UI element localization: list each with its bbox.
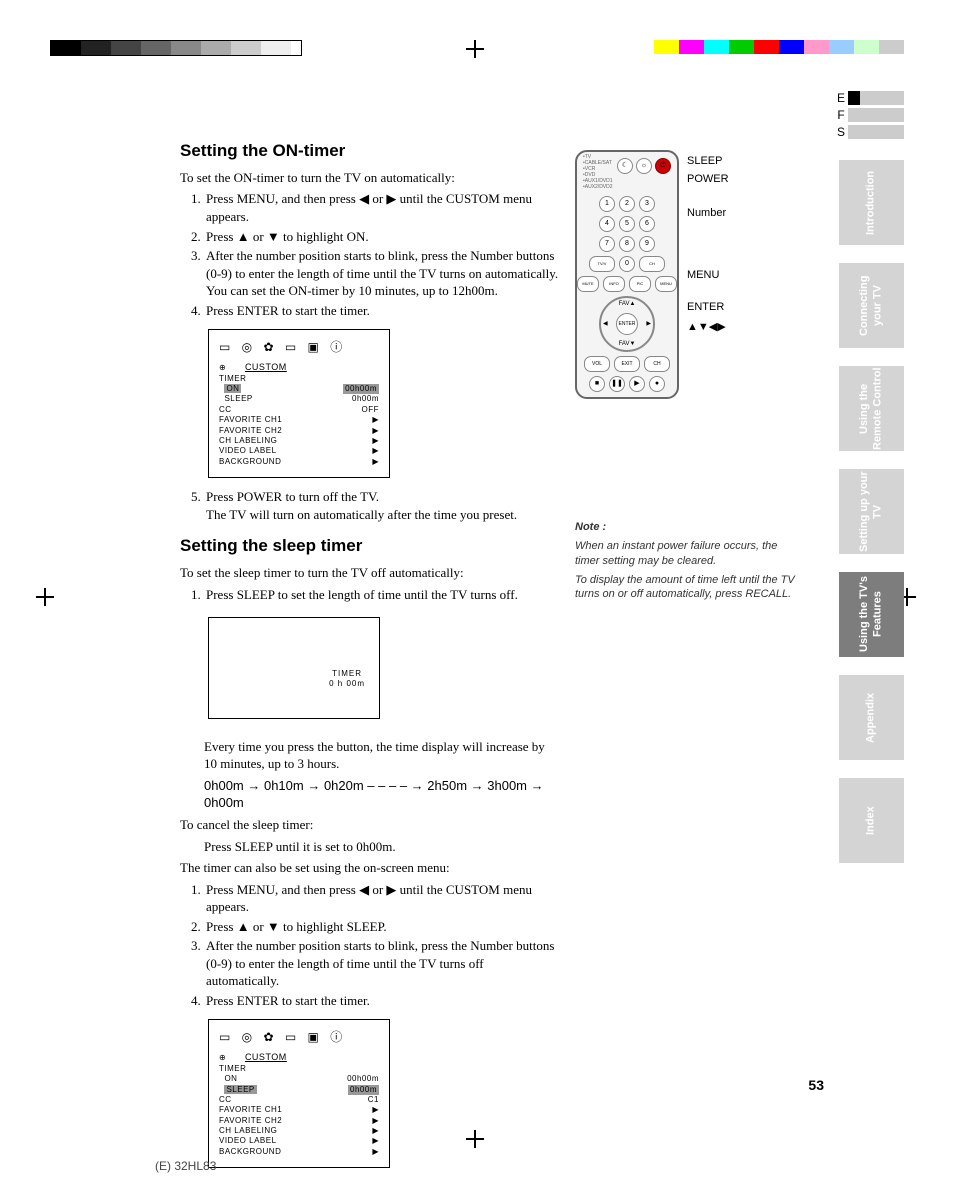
lang-f: F xyxy=(834,107,848,123)
main-content: Setting the ON-timer To set the ON-timer… xyxy=(180,128,765,1174)
heading-on-timer: Setting the ON-timer xyxy=(180,140,765,163)
sidebar-tabs: Introduction Connecting your TV Using th… xyxy=(839,160,904,881)
sleep-also: The timer can also be set using the on-s… xyxy=(180,859,560,877)
step: Press MENU, and then press ◀ or ▶ until … xyxy=(204,881,560,916)
tab-appendix: Appendix xyxy=(839,675,904,760)
step: After the number position starts to blin… xyxy=(204,247,560,300)
crosshair-icon xyxy=(466,40,484,58)
footer-code: (E) 32HL83 xyxy=(155,1158,216,1174)
tab-setup: Setting up your TV xyxy=(839,469,904,554)
tab-introduction: Introduction xyxy=(839,160,904,245)
crosshair-icon xyxy=(36,588,54,606)
step: Press MENU, and then press ◀ or ▶ until … xyxy=(204,190,560,225)
tab-connecting: Connecting your TV xyxy=(839,263,904,348)
page: E F S Introduction Connecting your TV Us… xyxy=(0,0,954,1188)
osd-custom-sleep: ▭ ◎ ✿ ▭ ▣ ⓘ ⊕ CUSTOM TIMER ON00h00m SLEE… xyxy=(208,1019,390,1168)
osd-title: CUSTOM xyxy=(245,1052,287,1062)
sleep-after: Every time you press the button, the tim… xyxy=(204,738,560,773)
osd-title: CUSTOM xyxy=(245,362,287,372)
osd-custom-on: ▭ ◎ ✿ ▭ ▣ ⓘ ⊕ CUSTOM TIMER ON00h00m SLEE… xyxy=(208,329,390,478)
lead-sleep-timer: To set the sleep timer to turn the TV of… xyxy=(180,564,560,582)
cancel-head: To cancel the sleep timer: xyxy=(180,816,560,834)
lead-on-timer: To set the ON-timer to turn the TV on au… xyxy=(180,169,560,187)
step: Press ▲ or ▼ to highlight SLEEP. xyxy=(204,918,560,936)
osd-icon-row: ▭ ◎ ✿ ▭ ▣ ⓘ xyxy=(219,1030,379,1046)
tab-index: Index xyxy=(839,778,904,863)
osd-row: TIMER xyxy=(219,374,379,384)
step: Press ENTER to start the timer. xyxy=(204,302,560,320)
tab-remote: Using the Remote Control xyxy=(839,366,904,451)
steps-on-timer: Press MENU, and then press ◀ or ▶ until … xyxy=(196,190,560,319)
step: Press POWER to turn off the TV.The TV wi… xyxy=(204,488,560,523)
osd-icon-row: ▭ ◎ ✿ ▭ ▣ ⓘ xyxy=(219,340,379,356)
steps-sleep-timer: Press SLEEP to set the length of time un… xyxy=(196,586,560,604)
heading-sleep-timer: Setting the sleep timer xyxy=(180,535,765,558)
step: After the number position starts to blin… xyxy=(204,937,560,990)
step: Press SLEEP to set the length of time un… xyxy=(204,586,560,604)
step: Press ▲ or ▼ to highlight ON. xyxy=(204,228,560,246)
page-number: 53 xyxy=(808,1076,824,1095)
sleep-chain: 0h00m → 0h10m → 0h20m – – – – → 2h50m → … xyxy=(204,777,560,812)
osd-row: TIMER xyxy=(219,1064,379,1074)
steps-on-timer-cont: Press POWER to turn off the TV.The TV wi… xyxy=(196,488,560,523)
cancel-body: Press SLEEP until it is set to 0h00m. xyxy=(204,838,560,856)
osd-timer-display: TIMER0 h 00m xyxy=(208,617,380,719)
tab-features: Using the TV's Features xyxy=(839,572,904,657)
step: Press ENTER to start the timer. xyxy=(204,992,560,1010)
lang-s: S xyxy=(834,124,848,140)
language-block: E F S xyxy=(834,90,904,142)
steps-sleep-osd: Press MENU, and then press ◀ or ▶ until … xyxy=(196,881,560,1010)
grayscale-bar xyxy=(50,40,302,56)
color-bar xyxy=(654,40,904,54)
lang-e: E xyxy=(834,90,848,106)
